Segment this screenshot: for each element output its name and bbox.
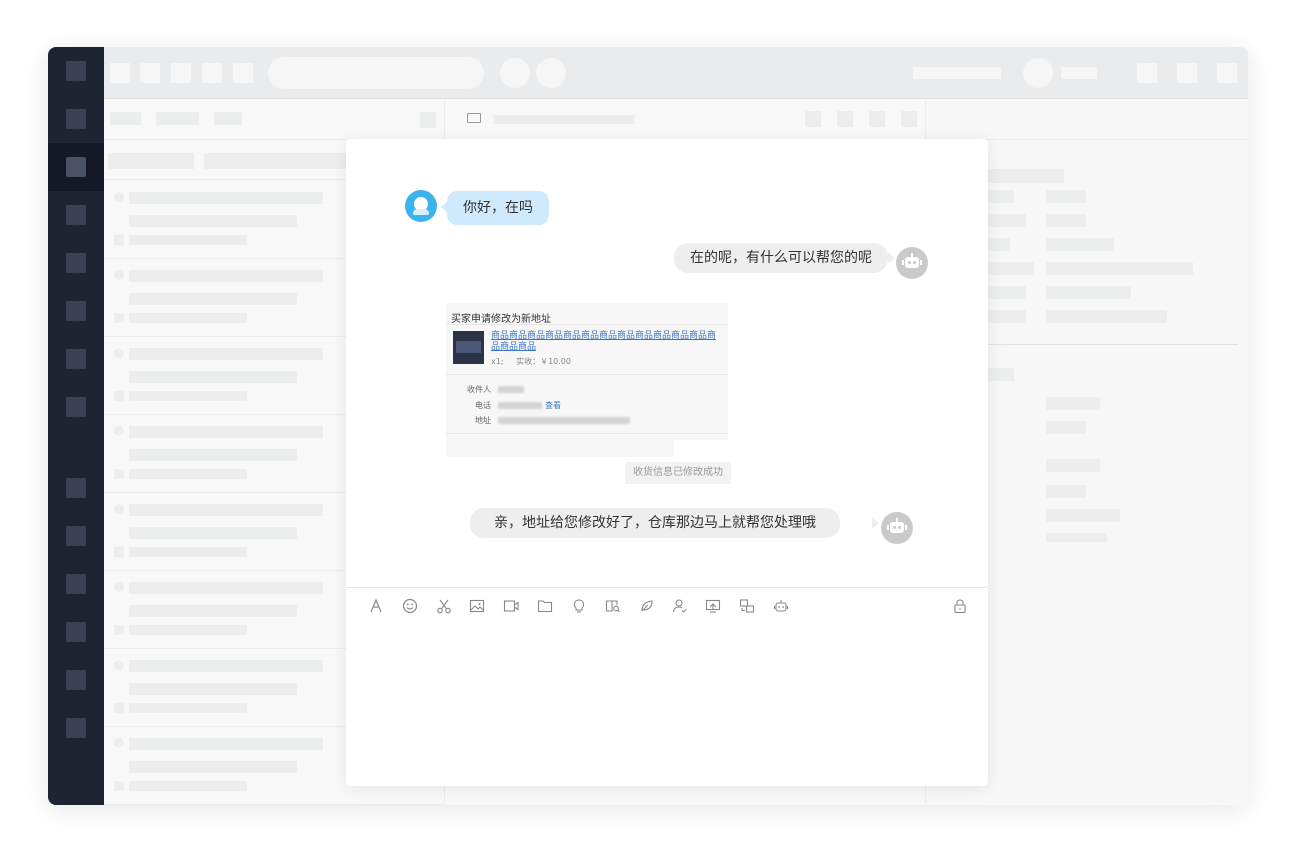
nav-item-icon[interactable] bbox=[66, 574, 86, 594]
product-thumbnail bbox=[453, 331, 484, 364]
product-meta: x1; 实收：￥10.00 bbox=[491, 356, 571, 367]
address-change-card: 买家申请修改为新地址 商品商品商品商品商品商品商品商品商品商品商品商品商品商品商… bbox=[446, 303, 728, 457]
nav-item-icon[interactable] bbox=[66, 670, 86, 690]
message-bubble-user: 你好，在吗 bbox=[447, 191, 549, 225]
image-icon[interactable] bbox=[469, 598, 485, 614]
view-phone-link[interactable]: 查看 bbox=[545, 400, 561, 411]
screen-share-icon[interactable] bbox=[705, 598, 721, 614]
receiver-label: 收件人 bbox=[467, 385, 491, 394]
nav-item-icon[interactable] bbox=[66, 253, 86, 273]
toolbar-placeholder[interactable] bbox=[1177, 63, 1197, 83]
toolbar-placeholder[interactable] bbox=[110, 63, 130, 83]
phone-value-redacted bbox=[498, 402, 542, 409]
bulb-icon[interactable] bbox=[571, 598, 587, 614]
product-link[interactable]: 商品商品商品商品商品商品商品商品商品商品商品商品商品商品商品 bbox=[491, 331, 719, 353]
emoji-icon[interactable] bbox=[402, 598, 418, 614]
toolbar-placeholder[interactable] bbox=[171, 63, 191, 83]
product-quantity: x1; bbox=[491, 357, 504, 366]
address-label: 地址 bbox=[475, 416, 491, 425]
avatar[interactable] bbox=[1023, 58, 1053, 88]
transfer-icon[interactable] bbox=[739, 598, 755, 614]
message-bubble-bot: 亲，地址给您修改好了，仓库那边马上就帮您处理哦 bbox=[470, 508, 840, 538]
video-icon[interactable] bbox=[503, 598, 519, 614]
message-input[interactable] bbox=[346, 615, 988, 786]
app-logo-icon bbox=[66, 61, 86, 81]
round-button-placeholder[interactable] bbox=[536, 58, 566, 88]
product-paid: 实收：￥10.00 bbox=[516, 357, 571, 366]
phone-label: 电话 bbox=[475, 401, 491, 410]
toolbar-placeholder[interactable] bbox=[202, 63, 222, 83]
user-avatar bbox=[405, 190, 437, 222]
leaf-icon[interactable] bbox=[639, 598, 655, 614]
nav-item-icon[interactable] bbox=[66, 622, 86, 642]
address-value-redacted bbox=[498, 417, 630, 424]
nav-item-icon[interactable] bbox=[66, 205, 86, 225]
font-icon[interactable] bbox=[368, 598, 384, 614]
chat-window: 你好，在吗 在的呢，有什么可以帮您的呢 买家申请修改为新地址 商品商品商品商品商… bbox=[346, 139, 988, 786]
book-search-icon[interactable] bbox=[605, 598, 621, 614]
toolbar-placeholder[interactable] bbox=[140, 63, 160, 83]
left-nav-rail bbox=[48, 47, 104, 805]
toolbar-placeholder[interactable] bbox=[1137, 63, 1157, 83]
nav-item-icon[interactable] bbox=[66, 718, 86, 738]
top-bar bbox=[104, 47, 1248, 99]
receiver-value-redacted bbox=[498, 386, 524, 393]
nav-item-icon[interactable] bbox=[66, 301, 86, 321]
toolbar-placeholder[interactable] bbox=[1217, 63, 1237, 83]
scissors-icon[interactable] bbox=[436, 598, 452, 614]
message-bubble-bot: 在的呢，有什么可以帮您的呢 bbox=[674, 243, 888, 273]
text-placeholder bbox=[913, 67, 1001, 79]
robot-avatar-icon bbox=[896, 247, 928, 279]
nav-item-icon[interactable] bbox=[66, 397, 86, 417]
card-title: 买家申请修改为新地址 bbox=[451, 314, 551, 325]
toolbar-placeholder[interactable] bbox=[233, 63, 253, 83]
nav-item-icon[interactable] bbox=[66, 349, 86, 369]
round-button-placeholder[interactable] bbox=[500, 58, 530, 88]
search-placeholder[interactable] bbox=[268, 57, 484, 89]
user-check-icon[interactable] bbox=[672, 598, 688, 614]
nav-item-icon[interactable] bbox=[66, 478, 86, 498]
text-placeholder bbox=[1061, 67, 1097, 79]
robot-icon[interactable] bbox=[773, 598, 789, 614]
folder-icon[interactable] bbox=[537, 598, 553, 614]
system-notice: 收货信息已修改成功 bbox=[625, 462, 731, 484]
lock-icon[interactable] bbox=[952, 598, 968, 614]
nav-item-icon[interactable] bbox=[66, 526, 86, 546]
nav-item-icon[interactable] bbox=[66, 157, 86, 177]
monitor-icon bbox=[467, 113, 481, 123]
robot-avatar-icon bbox=[881, 512, 913, 544]
nav-item-icon[interactable] bbox=[66, 109, 86, 129]
